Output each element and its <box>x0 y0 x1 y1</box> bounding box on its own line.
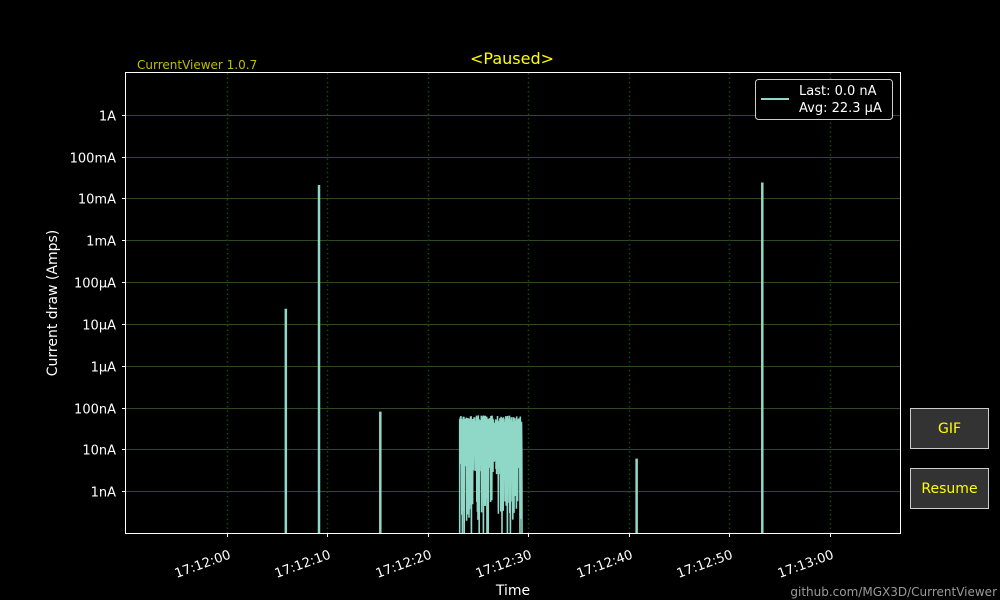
x-tick-label: 17:12:40 <box>575 548 635 582</box>
y-tick-label: 100µA <box>74 277 116 292</box>
version-label: CurrentViewer 1.0.7 <box>137 58 257 72</box>
chart-title: <Paused> <box>470 49 554 68</box>
gif-button[interactable]: GIF <box>910 408 989 449</box>
x-tick-label: 17:12:30 <box>474 548 534 582</box>
x-tick-label: 17:12:50 <box>675 548 735 582</box>
y-tick-label: 1mA <box>86 235 116 250</box>
y-axis-ticks: 1nA 10nA 100nA 1µA 10µA 100µA 1mA 10mA 100mA 1A <box>70 110 126 501</box>
legend: Last: 0.0 nA Avg: 22.3 µA <box>755 79 893 120</box>
y-tick-label: 1µA <box>91 361 117 376</box>
y-tick-label: 1nA <box>91 486 117 501</box>
chart: <Paused> CurrentViewer 1.0.7 1nA 10nA 100n… <box>45 49 901 599</box>
data-layer <box>284 182 764 534</box>
y-tick-label: 10µA <box>82 319 116 334</box>
y-tick-label: 10nA <box>82 444 116 459</box>
y-tick-label: 10mA <box>78 193 116 208</box>
footer-link: github.com/MGX3D/CurrentViewer <box>790 585 997 599</box>
x-tick-label: 17:12:20 <box>374 548 434 582</box>
y-tick-label: 100mA <box>70 152 116 167</box>
legend-entry: Avg: 22.3 µA <box>799 101 882 116</box>
x-tick-label: 17:12:00 <box>173 548 233 582</box>
y-tick-label: 1A <box>99 110 116 125</box>
data-burst <box>458 415 523 534</box>
x-axis-label: Time <box>495 583 530 599</box>
y-axis-label: Current draw (Amps) <box>45 230 61 376</box>
x-axis-ticks: 17:12:00 17:12:10 17:12:20 17:12:30 17:12:40… <box>173 533 836 582</box>
legend-entry: Last: 0.0 nA <box>799 84 877 99</box>
x-tick-label: 17:13:00 <box>776 548 836 582</box>
x-tick-label: 17:12:10 <box>273 548 333 582</box>
resume-button[interactable]: Resume <box>910 468 989 509</box>
y-tick-label: 100nA <box>74 403 116 418</box>
